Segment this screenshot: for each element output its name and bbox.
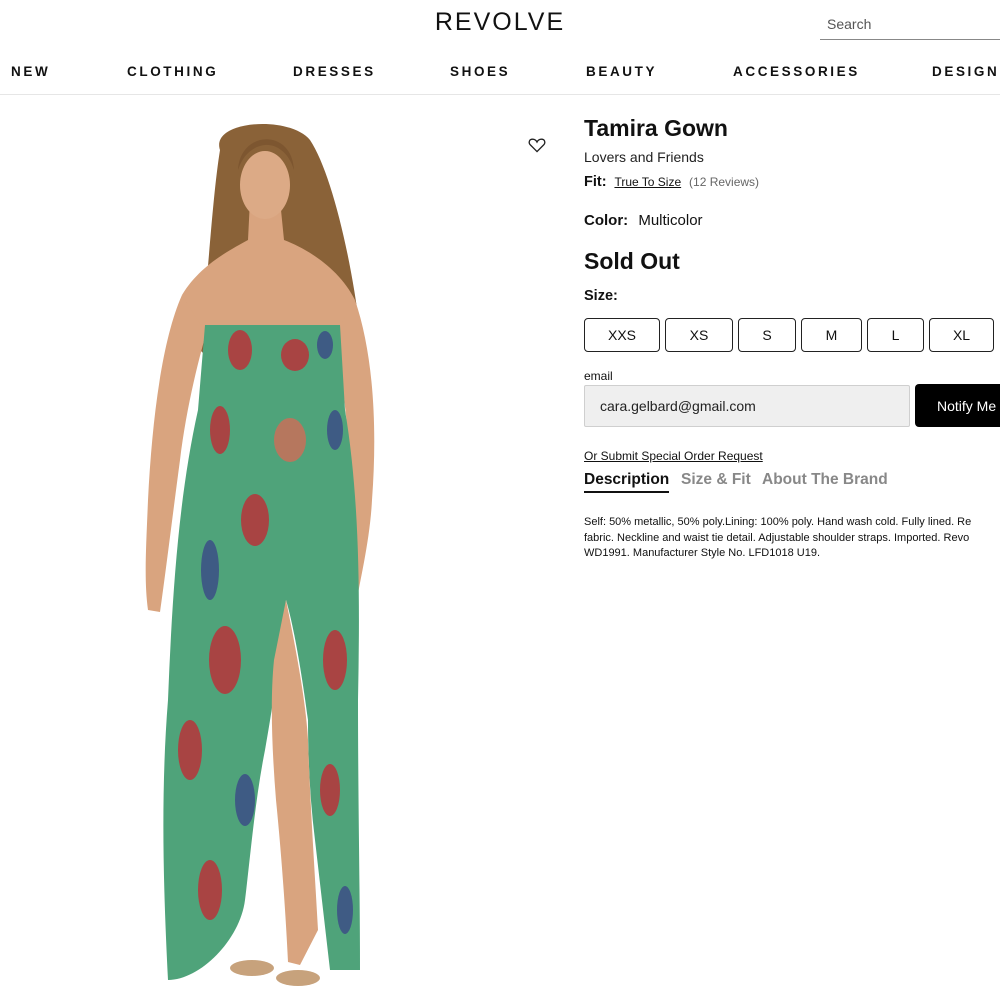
search-box[interactable] <box>820 16 1000 40</box>
color-value: Multicolor <box>638 212 703 229</box>
face <box>240 151 290 219</box>
nav-item-accessories[interactable]: ACCESSORIES <box>733 64 860 79</box>
special-order-link[interactable]: Or Submit Special Order Request <box>584 449 763 463</box>
brand-link[interactable]: Lovers and Friends <box>584 149 704 165</box>
tab-about-brand[interactable]: About The Brand <box>762 471 888 489</box>
product-title: Tamira Gown <box>584 115 728 141</box>
size-option-m[interactable]: M <box>801 318 862 352</box>
size-option-s[interactable]: S <box>738 318 796 352</box>
product-image[interactable] <box>60 100 560 1000</box>
product-description: Self: 50% metallic, 50% poly.Lining: 100… <box>584 515 1000 562</box>
size-option-l[interactable]: L <box>867 318 924 352</box>
reviews-count[interactable]: (12 Reviews) <box>689 175 759 189</box>
left-shoe <box>230 960 274 976</box>
size-label: Size: <box>584 288 618 304</box>
main-nav: NEW CLOTHING DRESSES SHOES BEAUTY ACCESS… <box>0 64 1000 82</box>
search-input[interactable] <box>820 16 1000 32</box>
email-label: email <box>584 369 613 383</box>
tab-description[interactable]: Description <box>584 471 670 493</box>
tab-size-fit[interactable]: Size & Fit <box>681 471 751 489</box>
stock-status: Sold Out <box>584 248 680 274</box>
nav-item-shoes[interactable]: SHOES <box>450 64 510 79</box>
size-option-xs[interactable]: XS <box>665 318 733 352</box>
fit-link[interactable]: True To Size <box>614 175 681 189</box>
nav-item-new[interactable]: NEW <box>11 64 50 79</box>
size-option-xxs[interactable]: XXS <box>584 318 660 352</box>
fit-label: Fit: <box>584 174 607 190</box>
email-field[interactable] <box>584 385 910 427</box>
color-row: Color: Multicolor <box>584 212 703 229</box>
nav-item-clothing[interactable]: CLOTHING <box>127 64 218 79</box>
color-label: Color: <box>584 212 629 229</box>
right-shoe <box>276 970 320 986</box>
description-line: WD1991. Manufacturer Style No. LFD1018 U… <box>584 547 821 559</box>
nav-item-dresses[interactable]: DRESSES <box>293 64 376 79</box>
nav-divider <box>0 94 1000 95</box>
notify-me-button[interactable]: Notify Me <box>915 384 1000 427</box>
description-line: fabric. Neckline and waist tie detail. A… <box>584 531 970 544</box>
description-line: Self: 50% metallic, 50% poly.Lining: 100… <box>584 516 972 528</box>
size-option-xl[interactable]: XL <box>929 318 994 352</box>
nav-item-beauty[interactable]: BEAUTY <box>586 64 657 79</box>
fit-row: Fit: True To Size (12 Reviews) <box>584 173 759 190</box>
nav-item-designers[interactable]: DESIGNERS <box>932 64 1000 79</box>
heart-icon[interactable] <box>528 137 546 153</box>
